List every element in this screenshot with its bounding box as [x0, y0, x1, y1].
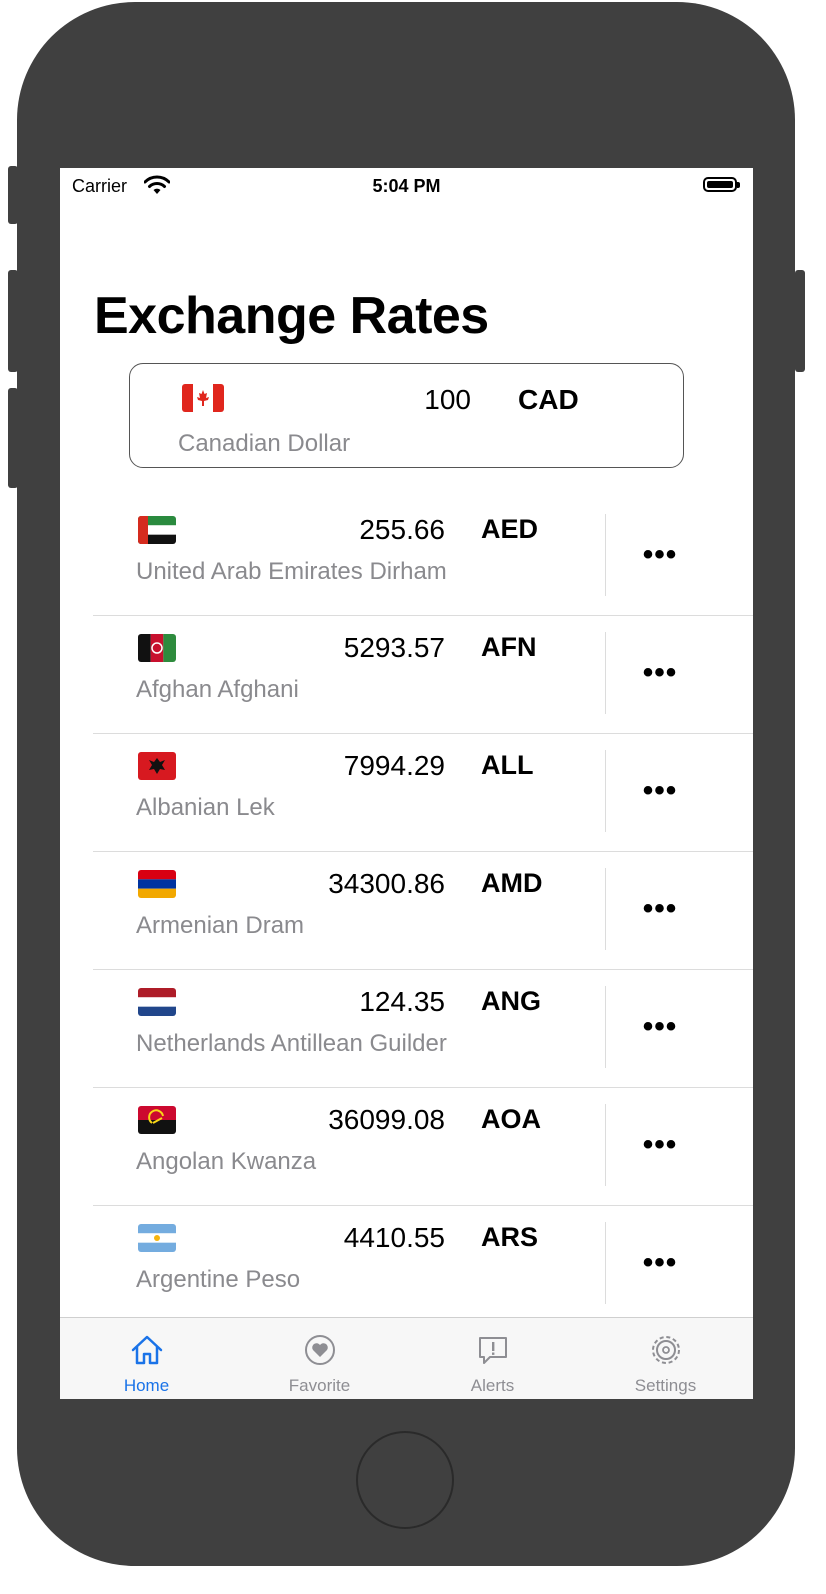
page-title: Exchange Rates: [94, 287, 489, 345]
volume-up-button: [8, 270, 18, 372]
volume-down-button: [8, 388, 18, 488]
gear-icon: [652, 1336, 680, 1364]
row-divider: [605, 1104, 606, 1186]
rate-currency-name: Afghan Afghani: [136, 676, 299, 703]
rate-row[interactable]: 36099.08 AOA Angolan Kwanza •••: [60, 1088, 753, 1206]
base-currency-card[interactable]: 100 CAD Canadian Dollar: [129, 363, 684, 468]
base-amount[interactable]: 100: [424, 384, 471, 416]
tab-home[interactable]: Home: [60, 1318, 233, 1399]
status-time: 5:04 PM: [372, 176, 441, 196]
rate-row[interactable]: 5293.57 AFN Afghan Afghani •••: [60, 616, 753, 734]
tab-label: Settings: [634, 1376, 697, 1395]
more-options-button[interactable]: •••: [630, 1110, 690, 1180]
more-options-button[interactable]: •••: [630, 992, 690, 1062]
more-options-button[interactable]: •••: [630, 1228, 690, 1298]
row-divider: [605, 1222, 606, 1304]
app-screen: Carrier 5:04 PM Exchange Rates 100 CAD C…: [60, 168, 753, 1399]
row-divider: [605, 986, 606, 1068]
rate-currency-code: ARS: [481, 1222, 539, 1252]
afghanistan-flag-icon: [138, 634, 176, 662]
row-divider: [605, 868, 606, 950]
more-options-button[interactable]: •••: [630, 638, 690, 708]
base-currency-code: CAD: [518, 384, 579, 415]
rate-currency-code: AMD: [481, 868, 543, 898]
mute-switch: [8, 166, 18, 224]
rate-currency-name: Albanian Lek: [136, 794, 275, 821]
tab-settings[interactable]: Settings: [579, 1318, 752, 1399]
status-bar: Carrier 5:04 PM: [60, 168, 753, 202]
rate-currency-name: Armenian Dram: [136, 912, 305, 939]
rate-row[interactable]: 124.35 ANG Netherlands Antillean Guilder…: [60, 970, 753, 1088]
rate-amount: 36099.08: [328, 1104, 445, 1135]
argentina-flag-icon: [138, 1224, 176, 1252]
row-divider: [605, 514, 606, 596]
armenia-flag-icon: [138, 870, 176, 898]
canada-flag-icon: [182, 384, 224, 412]
rate-row[interactable]: 4410.55 ARS Argentine Peso •••: [60, 1206, 753, 1324]
rate-currency-name: Netherlands Antillean Guilder: [136, 1030, 447, 1057]
angola-flag-icon: [138, 1106, 176, 1134]
heart-icon: [305, 1335, 335, 1365]
rate-currency-code: ALL: [481, 750, 534, 780]
rate-amount: 124.35: [359, 986, 445, 1017]
rate-amount: 34300.86: [328, 868, 445, 899]
rate-amount: 255.66: [359, 514, 445, 545]
row-divider: [605, 750, 606, 832]
tab-label: Alerts: [470, 1376, 515, 1395]
more-options-button[interactable]: •••: [630, 520, 690, 590]
more-options-button[interactable]: •••: [630, 874, 690, 944]
tab-label: Favorite: [288, 1376, 351, 1395]
rate-currency-code: AFN: [481, 632, 537, 662]
rate-amount: 4410.55: [343, 1222, 445, 1253]
rate-amount: 5293.57: [343, 632, 445, 663]
base-currency-name: Canadian Dollar: [178, 430, 351, 457]
rate-row[interactable]: 7994.29 ALL Albanian Lek •••: [60, 734, 753, 852]
uae-flag-icon: [138, 516, 176, 544]
albania-flag-icon: [138, 752, 176, 780]
alert-bubble-icon: [479, 1337, 507, 1364]
rate-currency-name: Angolan Kwanza: [136, 1148, 317, 1175]
more-options-button[interactable]: •••: [630, 756, 690, 826]
tab-favorite[interactable]: Favorite: [233, 1318, 406, 1399]
tab-bar: Home Favorite Alerts Settings: [60, 1317, 753, 1399]
row-divider: [605, 632, 606, 714]
battery-icon: [703, 177, 740, 192]
rate-currency-code: AOA: [481, 1104, 541, 1134]
rate-currency-name: Argentine Peso: [136, 1266, 301, 1293]
rate-currency-code: ANG: [481, 986, 541, 1016]
house-icon: [131, 1335, 163, 1365]
power-button: [795, 270, 805, 372]
tab-alerts[interactable]: Alerts: [406, 1318, 579, 1399]
netherlands-flag-icon: [138, 988, 176, 1016]
rate-row[interactable]: 34300.86 AMD Armenian Dram •••: [60, 852, 753, 970]
rates-list: 255.66 AED United Arab Emirates Dirham •…: [60, 498, 753, 1324]
rate-currency-code: AED: [481, 514, 539, 544]
home-hardware-button[interactable]: [356, 1431, 454, 1529]
rate-currency-name: United Arab Emirates Dirham: [136, 558, 447, 585]
rate-amount: 7994.29: [343, 750, 445, 781]
tab-label: Home: [123, 1376, 170, 1395]
rate-row[interactable]: 255.66 AED United Arab Emirates Dirham •…: [60, 498, 753, 616]
